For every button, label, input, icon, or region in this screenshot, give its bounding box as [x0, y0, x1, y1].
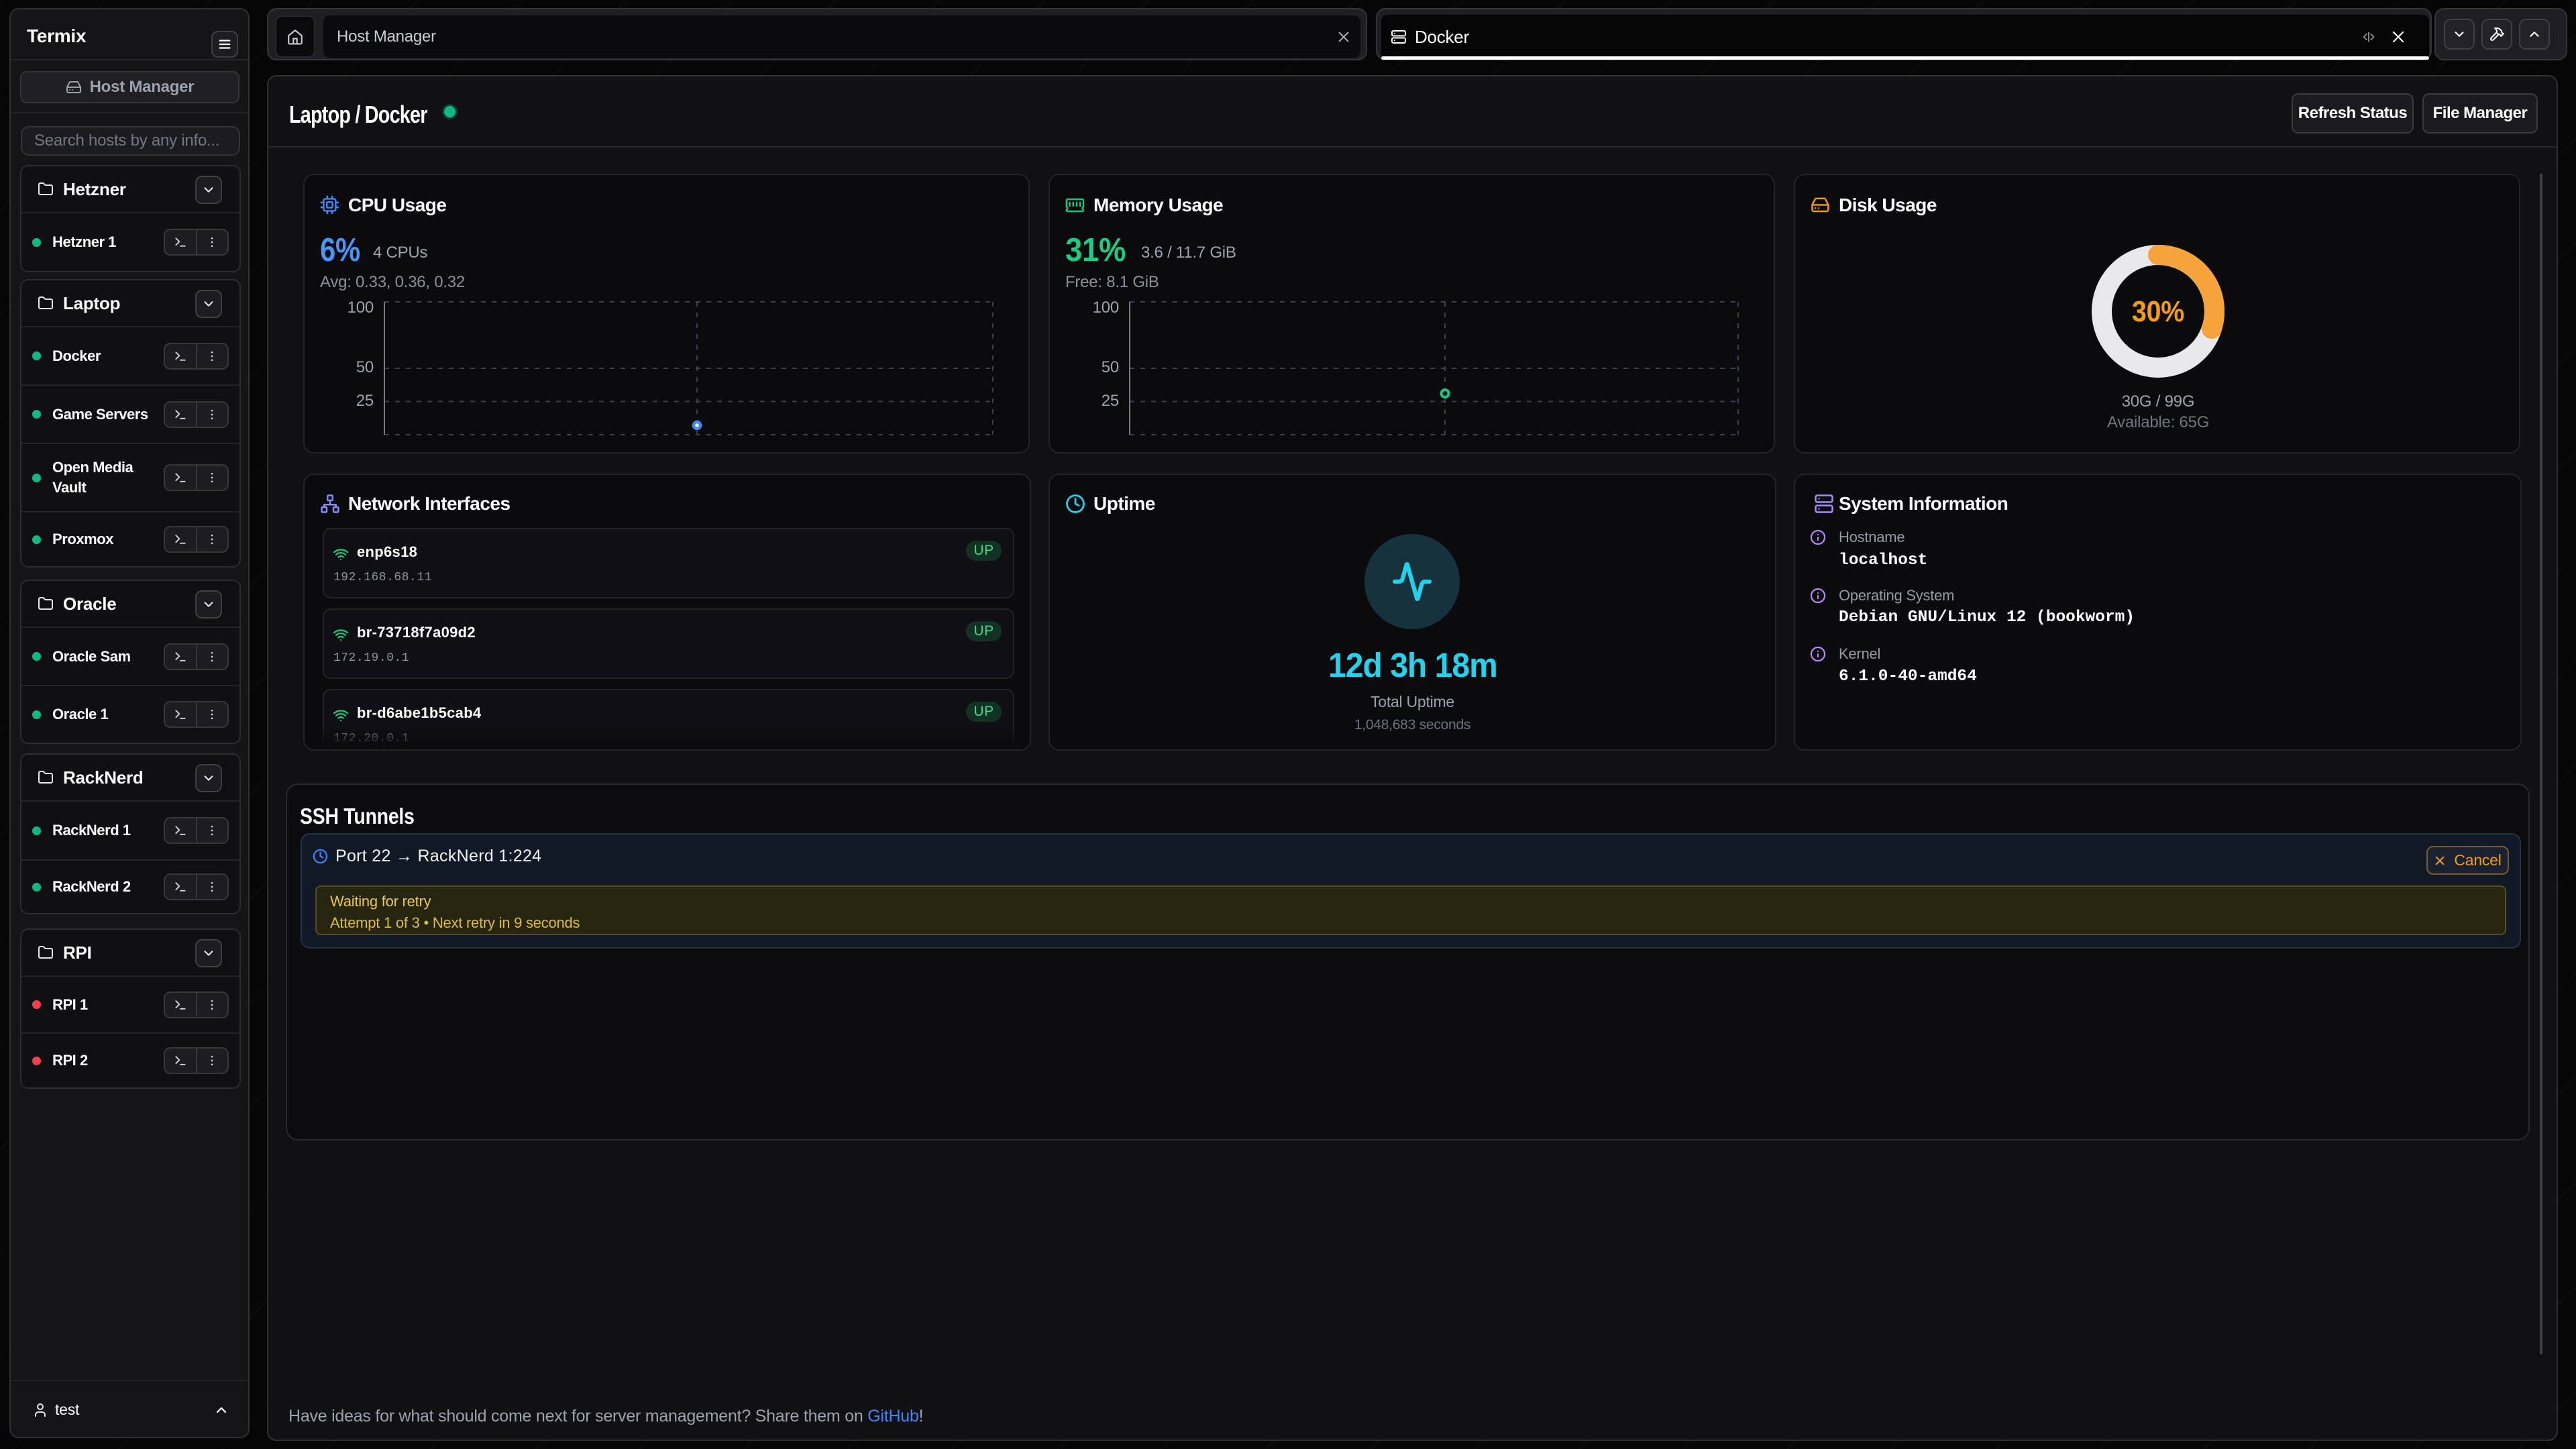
svg-text:50: 50 — [1102, 358, 1119, 376]
svg-text:50: 50 — [356, 358, 374, 376]
svg-text:Free: 8.1 GiB: Free: 8.1 GiB — [1065, 273, 1159, 291]
svg-text:31%: 31% — [1065, 232, 1126, 268]
svg-text:CPU Usage: CPU Usage — [348, 195, 446, 215]
svg-text:4 CPUs: 4 CPUs — [373, 244, 427, 262]
svg-text:3.6 / 11.7 GiB: 3.6 / 11.7 GiB — [1141, 244, 1236, 262]
svg-text:30%: 30% — [2132, 295, 2184, 328]
svg-text:100: 100 — [347, 299, 374, 317]
svg-text:Available: 65G: Available: 65G — [2107, 413, 2209, 431]
svg-text:Disk Usage: Disk Usage — [1839, 195, 1937, 215]
svg-text:30G / 99G: 30G / 99G — [2122, 392, 2195, 411]
svg-text:6%: 6% — [320, 232, 360, 268]
svg-text:25: 25 — [356, 392, 374, 410]
svg-text:100: 100 — [1093, 299, 1119, 317]
svg-text:Avg: 0.33, 0.36, 0.32: Avg: 0.33, 0.36, 0.32 — [320, 273, 465, 291]
svg-text:Memory Usage: Memory Usage — [1093, 195, 1223, 215]
svg-text:25: 25 — [1102, 392, 1119, 410]
